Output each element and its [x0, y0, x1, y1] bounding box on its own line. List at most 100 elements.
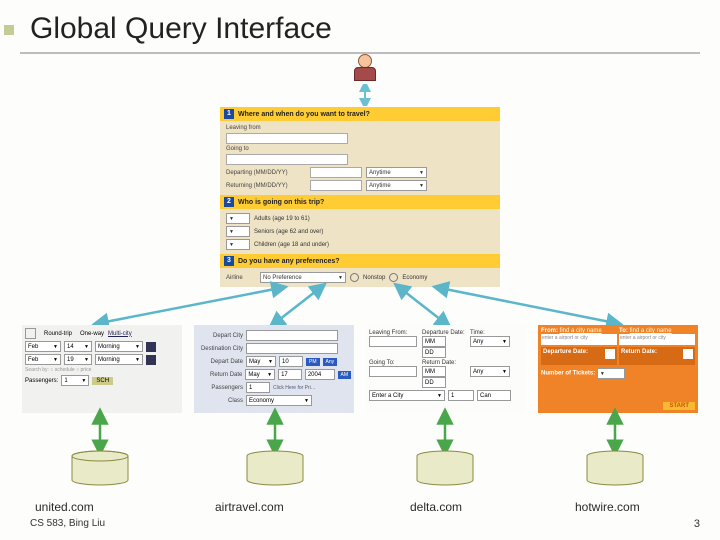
- roundtrip-label: Round-trip: [44, 331, 72, 337]
- pm-button[interactable]: PM: [306, 358, 320, 366]
- can-value: Can: [480, 393, 491, 399]
- delta-dd-select[interactable]: DD: [422, 347, 446, 358]
- retyr-select[interactable]: 2004: [305, 369, 335, 380]
- delta-dd2-select[interactable]: DD: [422, 377, 446, 388]
- site-label-airtravel: airtravel.com: [215, 500, 284, 514]
- mm2-value: MM: [425, 369, 435, 375]
- adults-select[interactable]: ▼: [226, 213, 250, 224]
- calendar-icon-2[interactable]: [683, 349, 693, 359]
- calendar-icon[interactable]: [146, 342, 156, 352]
- footer: CS 583, Bing Liu: [30, 518, 105, 529]
- hw-findto-link[interactable]: find a city name: [630, 328, 672, 334]
- anytime-value: Anytime: [369, 170, 391, 176]
- time2-select[interactable]: Morning▼: [95, 354, 143, 365]
- database-icon-delta: [415, 450, 475, 486]
- page-number: 3: [694, 518, 700, 530]
- delta-can-select[interactable]: Can: [477, 390, 511, 401]
- passengers-label: Passengers:: [25, 378, 58, 384]
- departing-input[interactable]: [310, 167, 362, 178]
- month2-select[interactable]: Feb▼: [25, 354, 61, 365]
- global-query-form: 1Where and when do you want to travel? L…: [220, 107, 500, 285]
- mm-value: MM: [425, 339, 435, 345]
- morning-value: Morning: [98, 344, 120, 350]
- delta-goingto-input[interactable]: [369, 366, 417, 377]
- hw-findfrom-link[interactable]: find a city name: [560, 328, 602, 334]
- search-button[interactable]: SCH: [92, 377, 113, 385]
- delta-time-select[interactable]: Any▼: [470, 336, 510, 347]
- depmon-select[interactable]: May▼: [246, 356, 276, 367]
- month-select[interactable]: Feb▼: [25, 341, 61, 352]
- section-3-title: Do you have any preferences?: [238, 258, 340, 265]
- airline-select[interactable]: No Preference▼: [260, 272, 346, 283]
- destcity-input[interactable]: [246, 343, 338, 354]
- any-button[interactable]: Any: [323, 358, 338, 366]
- children-select[interactable]: ▼: [226, 239, 250, 250]
- hw-depdate-box: Departure Date:: [541, 347, 617, 365]
- time-select[interactable]: Morning▼: [95, 341, 143, 352]
- hw-from-input[interactable]: enter a airport or city: [541, 334, 617, 345]
- depcity-label: Depart City: [197, 333, 243, 339]
- multicity-link[interactable]: Multi-city: [108, 331, 132, 337]
- hw-retdate-label: Return Date:: [621, 349, 657, 355]
- departing-time-select[interactable]: Anytime▼: [366, 167, 427, 178]
- pax-label: Passengers: [197, 385, 243, 391]
- delta-num-select[interactable]: 1: [448, 390, 474, 401]
- returning-time-select[interactable]: Anytime▼: [366, 180, 427, 191]
- feb-value: Feb: [28, 344, 38, 350]
- depcity-input[interactable]: [246, 330, 338, 341]
- delta-mm-select[interactable]: MM: [422, 336, 446, 347]
- user-icon: [350, 54, 380, 82]
- arrow-user-gform: [358, 84, 372, 106]
- calendar-icon[interactable]: [605, 349, 615, 359]
- delta-any-value: Any: [473, 339, 483, 345]
- depday-select[interactable]: 10: [279, 356, 303, 367]
- dd2-value: DD: [425, 380, 434, 386]
- hw-to-input[interactable]: enter a airport or city: [619, 334, 695, 345]
- pax-select[interactable]: 1: [246, 382, 270, 393]
- hw-to-label: To:: [619, 328, 628, 334]
- section-1-title: Where and when do you want to travel?: [238, 111, 370, 118]
- hw-retdate-box: Return Date:: [619, 347, 695, 365]
- retday-select[interactable]: 17: [278, 369, 302, 380]
- page-title: Global Query Interface: [30, 12, 332, 46]
- retmon-select[interactable]: May▼: [245, 369, 275, 380]
- hw-tickets-label: Number of Tickets:: [541, 371, 595, 377]
- yr-value: 2004: [308, 372, 321, 378]
- going-to-label: Going to: [226, 146, 306, 152]
- dd-value: DD: [425, 350, 434, 356]
- delta-any2-value: Any: [473, 369, 483, 375]
- delta-mm2-select[interactable]: MM: [422, 366, 446, 377]
- hw-from-label: From:: [541, 328, 558, 334]
- seniors-select[interactable]: ▼: [226, 226, 250, 237]
- start-button[interactable]: START: [663, 402, 695, 410]
- passengers-select[interactable]: 1▼: [61, 375, 89, 386]
- oneway-label: One-way: [80, 331, 104, 337]
- day2-select[interactable]: 19▼: [64, 354, 92, 365]
- database-icon-united: [70, 450, 130, 486]
- economy-radio[interactable]: [389, 273, 398, 282]
- nonstop-radio[interactable]: [350, 273, 359, 282]
- delta-card: Leaving From: Departure Date: MM DD Time…: [366, 325, 526, 413]
- going-to-input[interactable]: [226, 154, 348, 165]
- seniors-label: Seniors (age 62 and over): [254, 229, 323, 235]
- click-link[interactable]: Click Here for Pri…: [273, 385, 316, 391]
- leaving-from-input[interactable]: [226, 133, 348, 144]
- hw-depdate-label: Departure Date:: [543, 349, 588, 355]
- delta-leaving-input[interactable]: [369, 336, 417, 347]
- day-select[interactable]: 14▼: [64, 341, 92, 352]
- am-button[interactable]: AM: [338, 371, 352, 379]
- morning2-value: Morning: [98, 357, 120, 363]
- delta-city-select[interactable]: Enter a City▼: [369, 390, 445, 401]
- hw-tickets-select[interactable]: ▼: [597, 368, 625, 379]
- d17-value: 17: [281, 372, 288, 378]
- airtravel-card: Depart City Destination City Depart Date…: [194, 325, 354, 413]
- site-label-united: united.com: [35, 500, 94, 514]
- depdate-label: Depart Date: [197, 359, 243, 365]
- economy-value: Economy: [249, 398, 274, 404]
- returning-input[interactable]: [310, 180, 362, 191]
- may-value: May: [249, 359, 260, 365]
- delta-time2-select[interactable]: Any▼: [470, 366, 510, 377]
- site-label-hotwire: hotwire.com: [575, 500, 640, 514]
- class-select[interactable]: Economy▼: [246, 395, 312, 406]
- calendar2-icon[interactable]: [146, 355, 156, 365]
